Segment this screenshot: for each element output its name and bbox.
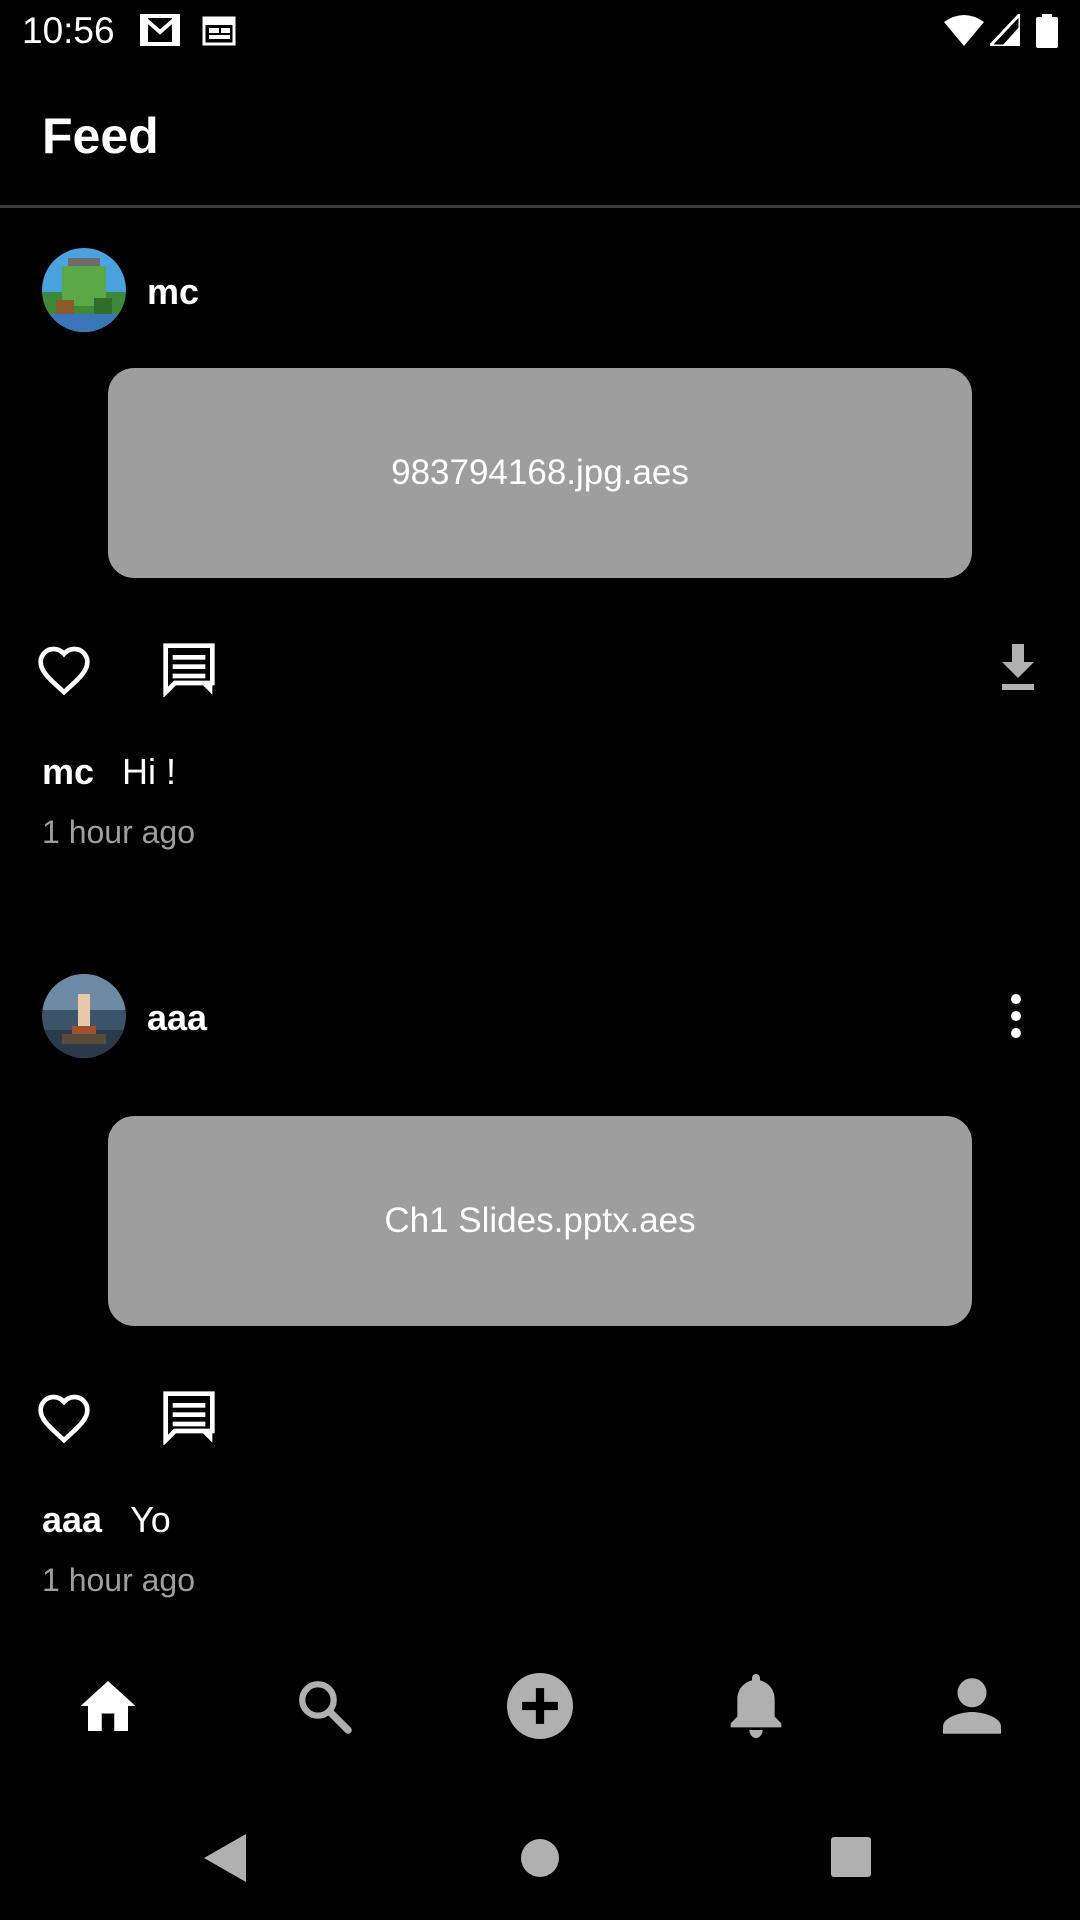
recents-icon[interactable]	[830, 1836, 872, 1883]
add-post-icon	[507, 1672, 573, 1744]
status-time: 10:56	[22, 10, 115, 51]
nav-home[interactable]	[0, 1650, 216, 1766]
caption-text: Yo	[130, 1499, 171, 1540]
more-options-icon[interactable]	[996, 986, 1036, 1046]
system-navigation-bar	[0, 1800, 1080, 1920]
nav-add-post[interactable]	[432, 1650, 648, 1766]
search-icon	[295, 1677, 353, 1740]
nav-search[interactable]	[216, 1650, 432, 1766]
nav-profile[interactable]	[864, 1650, 1080, 1766]
download-icon[interactable]	[990, 640, 1046, 696]
app-bar: Feed	[0, 62, 1080, 208]
comment-icon[interactable]	[158, 1386, 220, 1448]
caption-text: Hi !	[122, 751, 177, 792]
notifications-icon	[729, 1673, 783, 1743]
gmail-icon	[140, 14, 180, 51]
calendar-icon	[202, 14, 236, 51]
post-card: aaa Ch1 Slides.pptx.aes aaa Yo 1 hour ago	[0, 934, 1080, 1614]
caption: mc Hi !	[42, 750, 176, 794]
file-attachment[interactable]: 983794168.jpg.aes	[108, 368, 972, 578]
bottom-navigation	[0, 1650, 1080, 1766]
home-icon	[78, 1677, 138, 1740]
caption-username[interactable]: mc	[42, 751, 94, 792]
avatar[interactable]	[42, 974, 126, 1058]
post-card: mc 983794168.jpg.aes mc Hi ! 1 hour ago	[0, 208, 1080, 858]
post-timestamp: 1 hour ago	[42, 814, 196, 850]
comment-icon[interactable]	[158, 638, 220, 700]
caption: aaa Yo	[42, 1498, 171, 1542]
home-circle-icon[interactable]	[520, 1838, 560, 1883]
file-attachment[interactable]: Ch1 Slides.pptx.aes	[108, 1116, 972, 1326]
file-name: Ch1 Slides.pptx.aes	[384, 1201, 696, 1240]
post-timestamp: 1 hour ago	[42, 1562, 196, 1598]
post-username[interactable]: mc	[147, 270, 199, 314]
file-name: 983794168.jpg.aes	[391, 453, 689, 492]
nav-notifications[interactable]	[648, 1650, 864, 1766]
page-title: Feed	[42, 108, 159, 164]
battery-icon	[1036, 14, 1058, 53]
post-username[interactable]: aaa	[147, 996, 207, 1040]
avatar[interactable]	[42, 248, 126, 332]
like-icon[interactable]	[34, 1388, 94, 1448]
like-icon[interactable]	[34, 640, 94, 700]
wifi-icon	[944, 14, 984, 51]
caption-username[interactable]: aaa	[42, 1499, 102, 1540]
signal-icon	[986, 10, 1022, 51]
back-icon[interactable]	[204, 1834, 246, 1887]
profile-icon	[943, 1677, 1001, 1739]
status-bar: 10:56	[0, 0, 1080, 62]
